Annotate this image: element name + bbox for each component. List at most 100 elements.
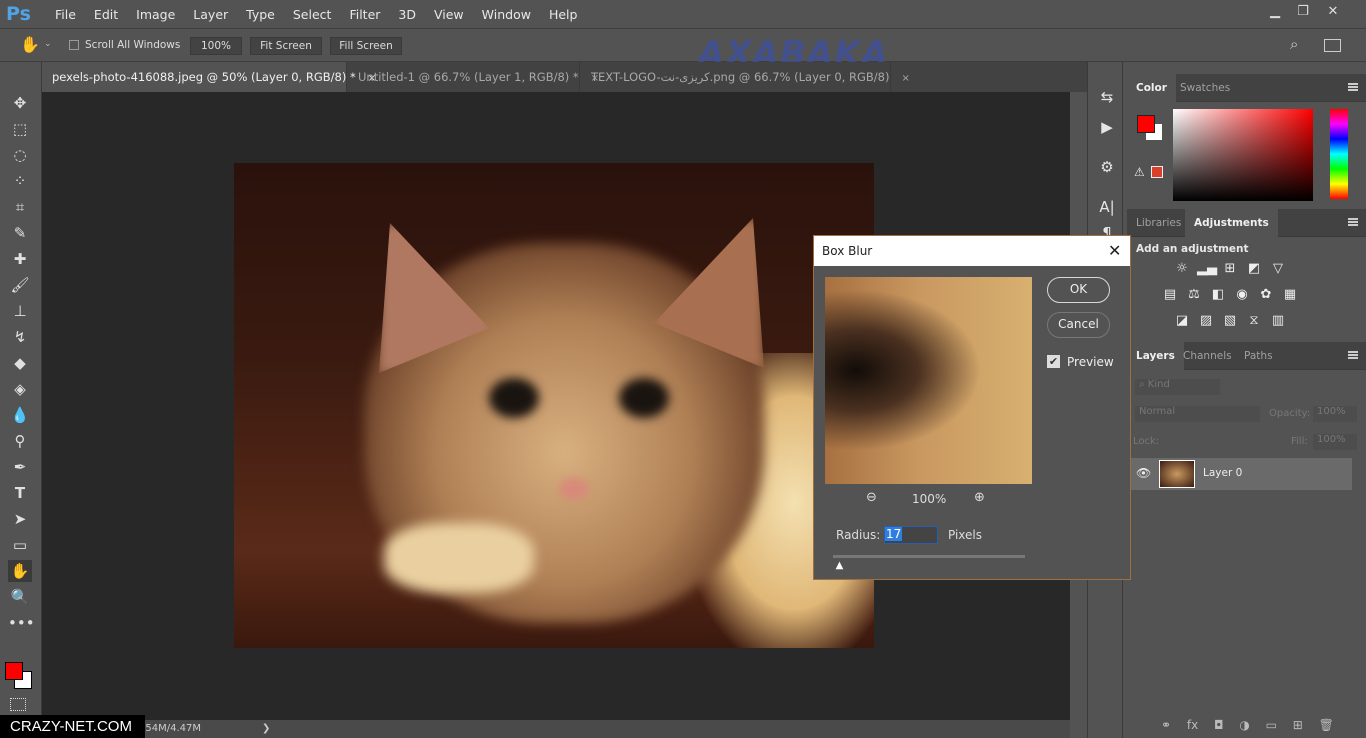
properties-icon[interactable]: ⚙ [1096,156,1118,178]
menu-view[interactable]: View [425,7,473,22]
chevron-down-icon[interactable]: ⌄ [44,39,52,49]
zoom-100-button[interactable]: 100% [190,37,242,55]
hue-slider[interactable] [1330,109,1348,199]
panel-menu-icon[interactable] [1348,218,1358,226]
menu-help[interactable]: Help [540,7,587,22]
foreground-color-swatch[interactable] [5,662,23,680]
invert-icon[interactable]: ◪ [1173,313,1191,329]
dodge-tool-icon[interactable]: ⚲ [8,430,32,452]
zoom-out-icon[interactable]: ⊖ [866,490,877,505]
color-balance-icon[interactable]: ⚖ [1185,287,1203,303]
gradient-map-icon[interactable]: ▥ [1269,313,1287,329]
levels-icon[interactable]: ▂▄ [1197,261,1217,277]
tab-swatches[interactable]: Swatches [1171,74,1239,102]
panel-menu-icon[interactable] [1348,83,1358,91]
cancel-button[interactable]: Cancel [1047,312,1110,338]
zoom-tool-icon[interactable]: 🔍 [8,586,32,608]
document-image[interactable] [234,163,874,648]
preview-checkbox[interactable]: ✔ [1047,355,1060,368]
eraser-tool-icon[interactable]: ◆ [8,352,32,374]
history-brush-tool-icon[interactable]: ↯ [8,326,32,348]
curves-icon[interactable]: ⊞ [1221,261,1239,277]
fit-screen-button[interactable]: Fit Screen [250,37,322,55]
scroll-all-checkbox[interactable] [69,40,79,50]
radius-input[interactable]: 17 [884,526,938,544]
menu-select[interactable]: Select [284,7,341,22]
fill-screen-button[interactable]: Fill Screen [330,37,402,55]
pen-tool-icon[interactable]: ✒ [8,456,32,478]
paint-bucket-tool-icon[interactable]: ◈ [8,378,32,400]
more-tools-icon[interactable]: ••• [8,612,35,634]
healing-brush-tool-icon[interactable]: ✚ [8,248,32,270]
fill-input[interactable]: 100% [1313,434,1357,450]
lasso-tool-icon[interactable]: ◌ [8,144,32,166]
hand-tool-icon[interactable]: ✋ [8,560,32,582]
workspace-icon[interactable] [1324,39,1341,52]
quick-selection-tool-icon[interactable]: ⁘ [8,170,32,192]
visibility-eye-icon[interactable]: 👁 [1136,466,1151,480]
hand-tool-icon[interactable]: ✋ [20,35,40,54]
menu-layer[interactable]: Layer [184,7,237,22]
eyedropper-tool-icon[interactable]: ✎ [8,222,32,244]
path-selection-tool-icon[interactable]: ➤ [8,508,32,530]
quick-mask-icon[interactable] [10,698,26,711]
restore-button[interactable]: ❐ [1290,4,1316,22]
move-tool-icon[interactable]: ✥ [8,92,32,114]
photo-filter-icon[interactable]: ◉ [1233,287,1251,303]
tab-paths[interactable]: Paths [1235,342,1282,370]
layer-row[interactable]: 👁 Layer 0 [1127,458,1352,490]
exposure-icon[interactable]: ◩ [1245,261,1263,277]
tab-untitled-1[interactable]: Untitled-1 @ 66.7% (Layer 1, RGB/8) * × [348,62,599,92]
menu-type[interactable]: Type [237,7,284,22]
rectangle-tool-icon[interactable]: ▭ [8,534,32,556]
character-icon[interactable]: A| [1096,196,1118,218]
blur-preview[interactable] [825,277,1032,484]
vibrance-icon[interactable]: ▽ [1269,261,1287,277]
opacity-input[interactable]: 100% [1313,406,1357,422]
search-icon[interactable]: ⌕ [1290,35,1298,53]
menu-edit[interactable]: Edit [85,7,127,22]
tab-pexels-photo[interactable]: pexels-photo-416088.jpeg @ 50% (Layer 0,… [42,62,376,92]
channel-mixer-icon[interactable]: ✿ [1257,287,1275,303]
brush-tool-icon[interactable]: 🖌 [8,274,32,296]
color-lookup-icon[interactable]: ▦ [1281,287,1299,303]
close-dialog-button[interactable]: ✕ [1108,241,1121,260]
foreground-color-chip[interactable] [1137,115,1155,133]
tab-channels[interactable]: Channels [1174,342,1241,370]
in-gamut-color-chip[interactable] [1151,166,1163,178]
menu-image[interactable]: Image [127,7,184,22]
history-icon[interactable]: ⇆ [1096,86,1118,108]
minimize-button[interactable]: ▁ [1262,4,1288,22]
blur-tool-icon[interactable]: 💧 [8,404,32,426]
menu-file[interactable]: File [46,7,85,22]
layer-filter-select[interactable]: ⌕ Kind [1135,379,1220,395]
threshold-icon[interactable]: ▧ [1221,313,1239,329]
type-tool-icon[interactable]: T [8,482,32,504]
actions-play-icon[interactable]: ▶ [1096,116,1118,138]
stamp-tool-icon[interactable]: ⊥ [8,300,32,322]
radius-slider-track[interactable] [833,555,1025,558]
posterize-icon[interactable]: ▨ [1197,313,1215,329]
status-menu-arrow[interactable]: ❯ [262,723,270,734]
brightness-contrast-icon[interactable]: ☼ [1173,261,1191,277]
zoom-in-icon[interactable]: ⊕ [974,490,985,505]
menu-window[interactable]: Window [473,7,540,22]
tab-text-logo[interactable]: TEXT-LOGO-کریزی-نت.png @ 66.7% (Layer 0,… [581,62,910,92]
radius-slider-thumb[interactable]: ▲ [836,560,844,571]
black-white-icon[interactable]: ◧ [1209,287,1227,303]
menu-3d[interactable]: 3D [389,7,425,22]
close-window-button[interactable]: ✕ [1320,4,1346,22]
ok-button[interactable]: OK [1047,277,1110,303]
blend-mode-select[interactable]: Normal [1135,406,1260,422]
color-field[interactable] [1173,109,1313,201]
selective-color-icon[interactable]: ⧖ [1245,313,1263,329]
tab-libraries[interactable]: Libraries [1127,209,1190,237]
close-tab-icon[interactable]: × [901,73,909,84]
tab-color[interactable]: Color [1127,74,1176,102]
tab-adjustments[interactable]: Adjustments [1185,209,1278,237]
hue-saturation-icon[interactable]: ▤ [1161,287,1179,303]
marquee-tool-icon[interactable]: ⬚ [8,118,32,140]
panel-menu-icon[interactable] [1348,351,1358,359]
menu-filter[interactable]: Filter [340,7,389,22]
layers-footer-icons[interactable]: ⚭ fx ◘ ◑ ▭ ⊞ 🗑 [1127,714,1366,738]
